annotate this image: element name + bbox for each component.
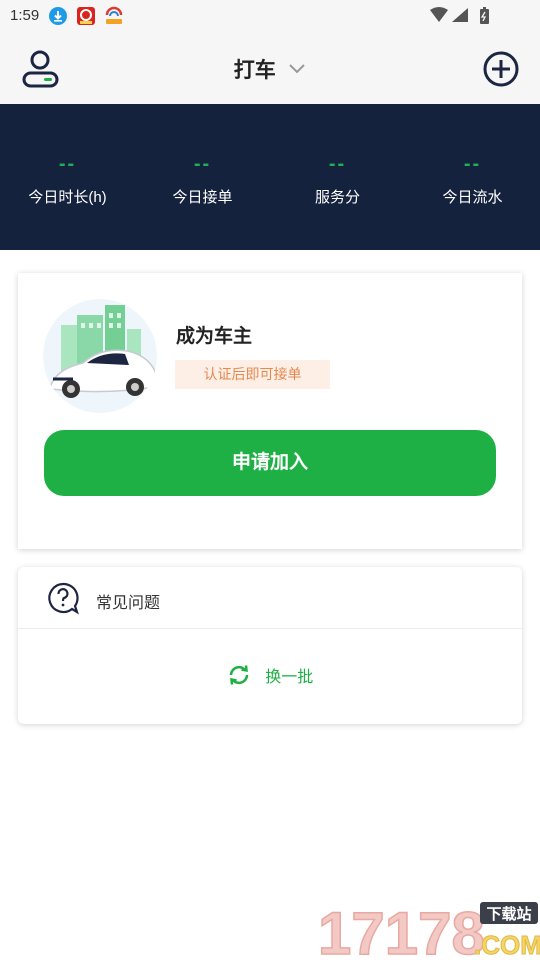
car-illustration-icon	[43, 299, 157, 413]
app-notification-icon	[77, 7, 95, 25]
stat-duration: -- 今日时长(h)	[0, 154, 135, 207]
refresh-label: 换一批	[265, 669, 314, 686]
today-stats-panel: -- 今日时长(h) -- 今日接单 -- 服务分 -- 今日流水	[0, 104, 540, 250]
download-notification-icon	[49, 7, 67, 25]
stat-label: 今日接单	[172, 189, 233, 206]
stat-orders: -- 今日接单	[135, 154, 270, 207]
watermark-domain: .COM	[474, 930, 540, 960]
stat-label: 今日时长(h)	[28, 189, 107, 206]
stat-value: --	[193, 153, 212, 175]
stat-value: --	[58, 153, 77, 175]
stat-value: --	[328, 153, 347, 175]
faq-title: 常见问题	[96, 595, 161, 612]
apply-join-button[interactable]: 申请加入	[44, 430, 496, 496]
stat-value: --	[463, 153, 482, 175]
refresh-icon	[229, 665, 249, 685]
stat-service-score: -- 服务分	[270, 154, 405, 207]
stat-revenue: -- 今日流水	[405, 154, 540, 207]
become-driver-title: 成为车主	[176, 326, 253, 347]
status-bar: 1:59	[0, 0, 540, 32]
faq-card: 常见问题 换一批	[18, 567, 522, 724]
stat-label: 今日流水	[442, 189, 503, 206]
chevron-down-icon	[289, 64, 305, 74]
refresh-batch-button[interactable]: 换一批	[18, 663, 522, 687]
watermark-sub: 下载站	[486, 905, 531, 923]
verification-badge: 认证后即可接单	[175, 360, 330, 389]
watermark-number: 17178	[318, 900, 485, 960]
news-notification-icon	[105, 6, 123, 24]
site-watermark-logo: 17178 下载站 .COM	[317, 899, 540, 960]
page-title: 打车	[233, 59, 276, 82]
service-switcher[interactable]: 打车	[0, 54, 540, 84]
status-time: 1:59	[10, 7, 40, 24]
header-bar: 打车	[0, 32, 540, 104]
question-bubble-icon	[48, 582, 79, 615]
faq-header[interactable]: 常见问题	[18, 567, 522, 629]
system-status-icons	[430, 6, 506, 31]
stat-label: 服务分	[314, 189, 360, 206]
become-driver-card: 成为车主 认证后即可接单 申请加入	[18, 273, 522, 549]
signal-battery-icon	[430, 7, 489, 24]
add-circle-icon[interactable]	[482, 50, 520, 88]
